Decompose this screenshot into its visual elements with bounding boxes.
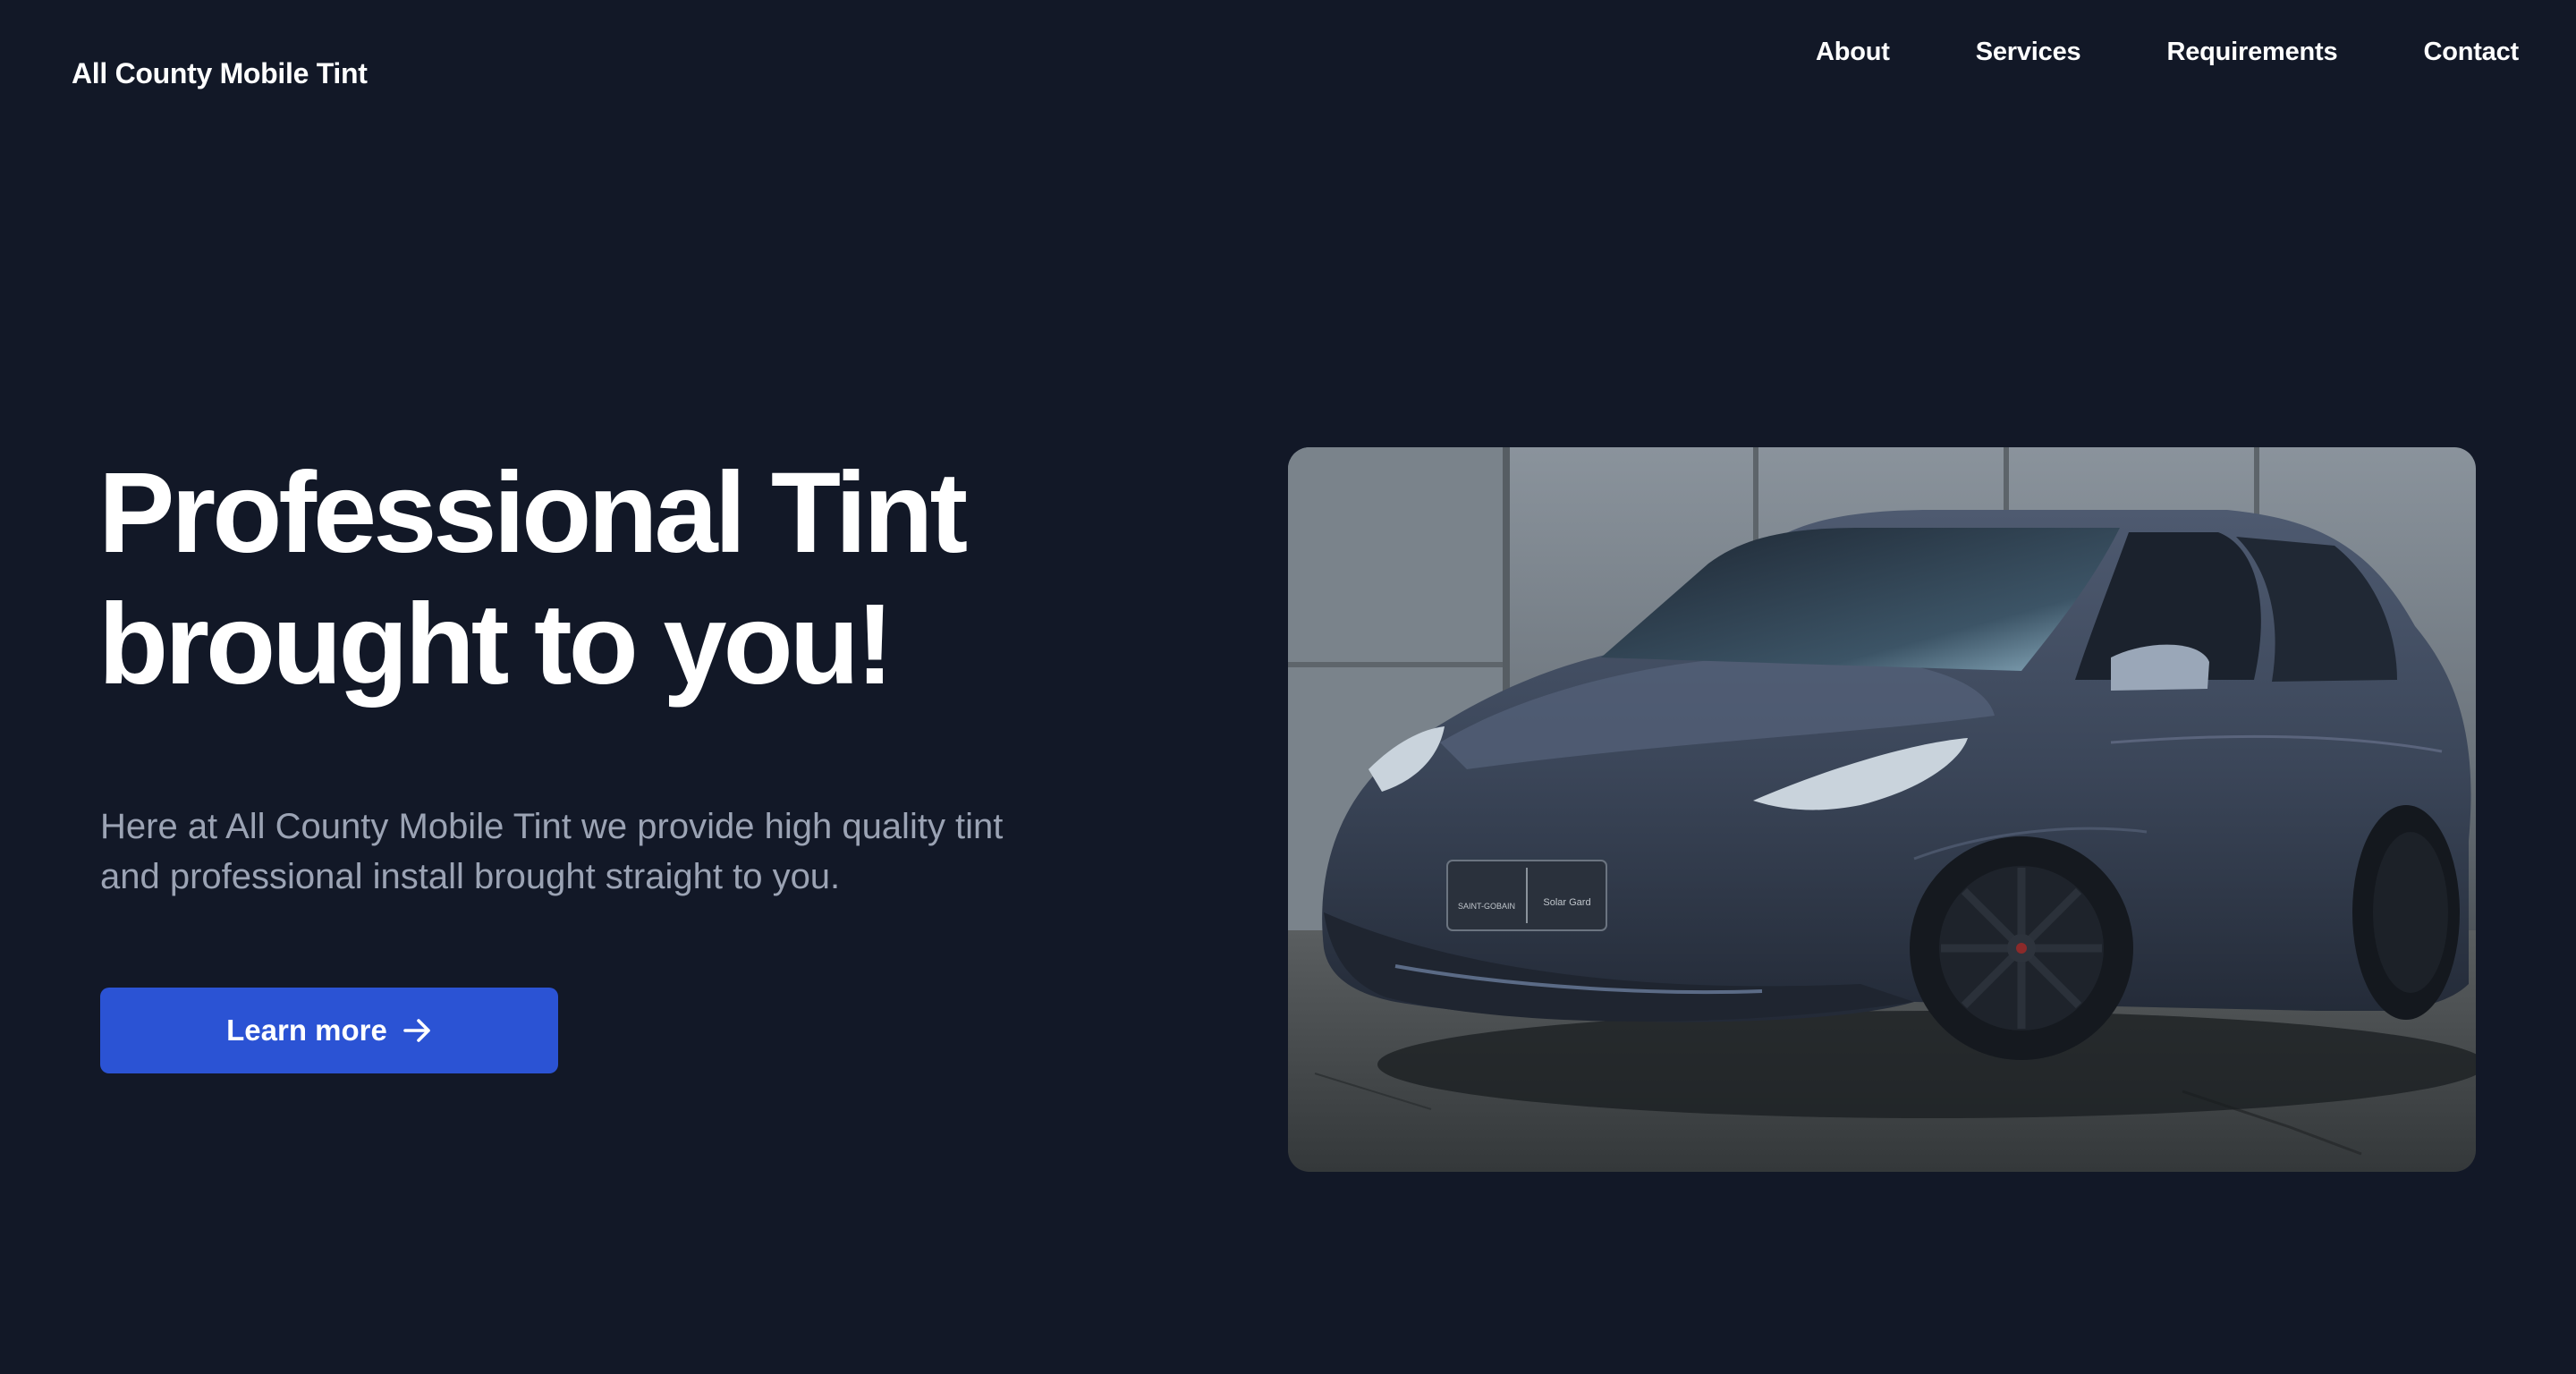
brand-logo-text[interactable]: All County Mobile Tint [72, 57, 368, 90]
main-nav: About Services Requirements Contact [1816, 38, 2519, 67]
hero-title: Professional Tint brought to you! [98, 447, 1127, 710]
page: All County Mobile Tint About Services Re… [0, 0, 2576, 1374]
hero-subtitle: Here at All County Mobile Tint we provid… [100, 807, 1004, 896]
plate-left-text: SAINT-GOBAIN [1458, 902, 1515, 911]
learn-more-label: Learn more [226, 1014, 387, 1047]
hero-title-line-2: brought to you! [98, 581, 894, 708]
hero-title-line-1: Professional Tint [98, 449, 968, 577]
nav-link-contact[interactable]: Contact [2423, 38, 2519, 67]
nav-link-services[interactable]: Services [1976, 38, 2081, 67]
nav-link-about[interactable]: About [1816, 38, 1890, 67]
nav-link-requirements[interactable]: Requirements [2166, 38, 2337, 67]
learn-more-button[interactable]: Learn more [100, 988, 558, 1073]
arrow-right-icon [403, 1018, 432, 1043]
plate-right-text: Solar Gard [1543, 897, 1590, 908]
hero-car-image: SAINT-GOBAIN Solar Gard [1288, 447, 2476, 1172]
